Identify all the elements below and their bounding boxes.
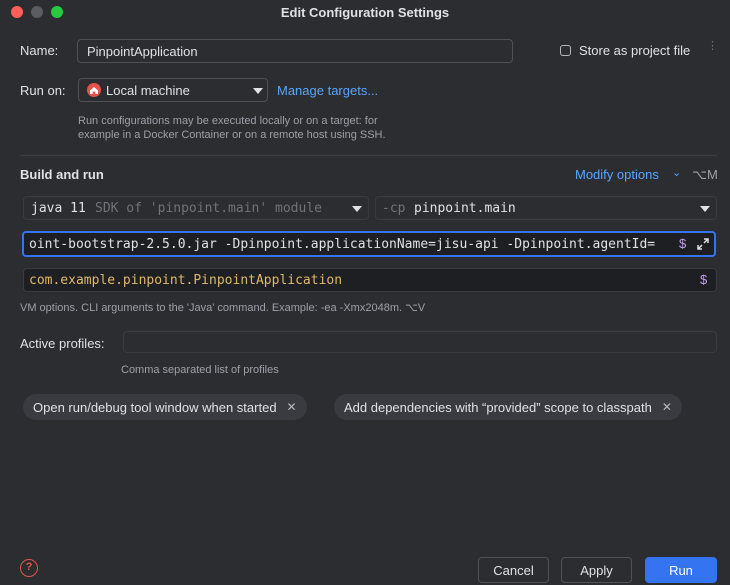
macro-dollar-icon[interactable]: $ [677, 236, 689, 251]
apply-button[interactable]: Apply [561, 557, 632, 583]
jdk-dropdown[interactable]: java 11 SDK of 'pinpoint.main' module [23, 196, 369, 220]
run-on-hint-line2: example in a Docker Container or on a re… [78, 129, 386, 141]
chip-open-run-debug-window: Open run/debug tool window when started … [23, 394, 307, 420]
name-field[interactable]: PinpointApplication [77, 39, 513, 63]
expand-icon[interactable] [692, 235, 714, 253]
vm-options-hint: VM options. CLI arguments to the 'Java' … [20, 302, 426, 314]
home-icon [87, 83, 101, 97]
chip-label: Open run/debug tool window when started [33, 399, 277, 415]
main-class-field[interactable]: com.example.pinpoint.PinpointApplication… [23, 268, 717, 292]
help-icon[interactable]: ? [20, 559, 38, 577]
section-divider [20, 155, 717, 156]
title-bar: Edit Configuration Settings [0, 0, 730, 24]
classpath-prefix: -cp [382, 201, 406, 216]
main-class-value: com.example.pinpoint.PinpointApplication [29, 273, 343, 288]
classpath-dropdown[interactable]: -cp pinpoint.main [375, 196, 717, 220]
name-label: Name: [20, 43, 59, 58]
run-on-hint-line1: Run configurations may be executed local… [78, 115, 378, 127]
chip-add-provided-dependencies: Add dependencies with “provided” scope t… [334, 394, 682, 420]
vm-options-value: oint-bootstrap-2.5.0.jar -Dpinpoint.appl… [29, 237, 656, 252]
chip-label: Add dependencies with “provided” scope t… [344, 399, 652, 415]
window-title: Edit Configuration Settings [280, 5, 450, 20]
run-button[interactable]: Run [645, 557, 717, 583]
chevron-down-icon [700, 206, 710, 212]
run-on-label: Run on: [20, 83, 66, 98]
chevron-down-icon [352, 206, 362, 212]
more-options-icon[interactable]: ⋮ [707, 41, 718, 52]
chevron-down-icon: ⌄ [672, 167, 682, 179]
jdk-description: SDK of 'pinpoint.main' module [95, 201, 322, 216]
jdk-version: java 11 [31, 201, 86, 216]
close-icon[interactable]: ✕ [662, 400, 672, 414]
store-project-file-checkbox[interactable] [560, 45, 571, 56]
active-profiles-hint: Comma separated list of profiles [121, 364, 279, 376]
store-project-file-label[interactable]: Store as project file [579, 43, 690, 58]
modify-options-link[interactable]: Modify options [575, 167, 659, 182]
modify-options-shortcut: ⌥M [692, 167, 718, 182]
classpath-value: pinpoint.main [414, 201, 516, 216]
run-on-value: Local machine [106, 83, 190, 98]
chevron-down-icon [253, 88, 263, 94]
name-value: PinpointApplication [87, 44, 198, 59]
active-profiles-field[interactable] [123, 331, 717, 353]
close-icon[interactable]: ✕ [287, 400, 297, 414]
macro-dollar-icon[interactable]: $ [700, 272, 707, 287]
active-profiles-label: Active profiles: [20, 336, 105, 351]
vm-options-field[interactable]: oint-bootstrap-2.5.0.jar -Dpinpoint.appl… [22, 231, 716, 257]
cancel-button[interactable]: Cancel [478, 557, 549, 583]
run-on-dropdown[interactable]: Local machine [78, 78, 268, 102]
build-and-run-heading: Build and run [20, 167, 104, 182]
manage-targets-link[interactable]: Manage targets... [277, 83, 378, 98]
